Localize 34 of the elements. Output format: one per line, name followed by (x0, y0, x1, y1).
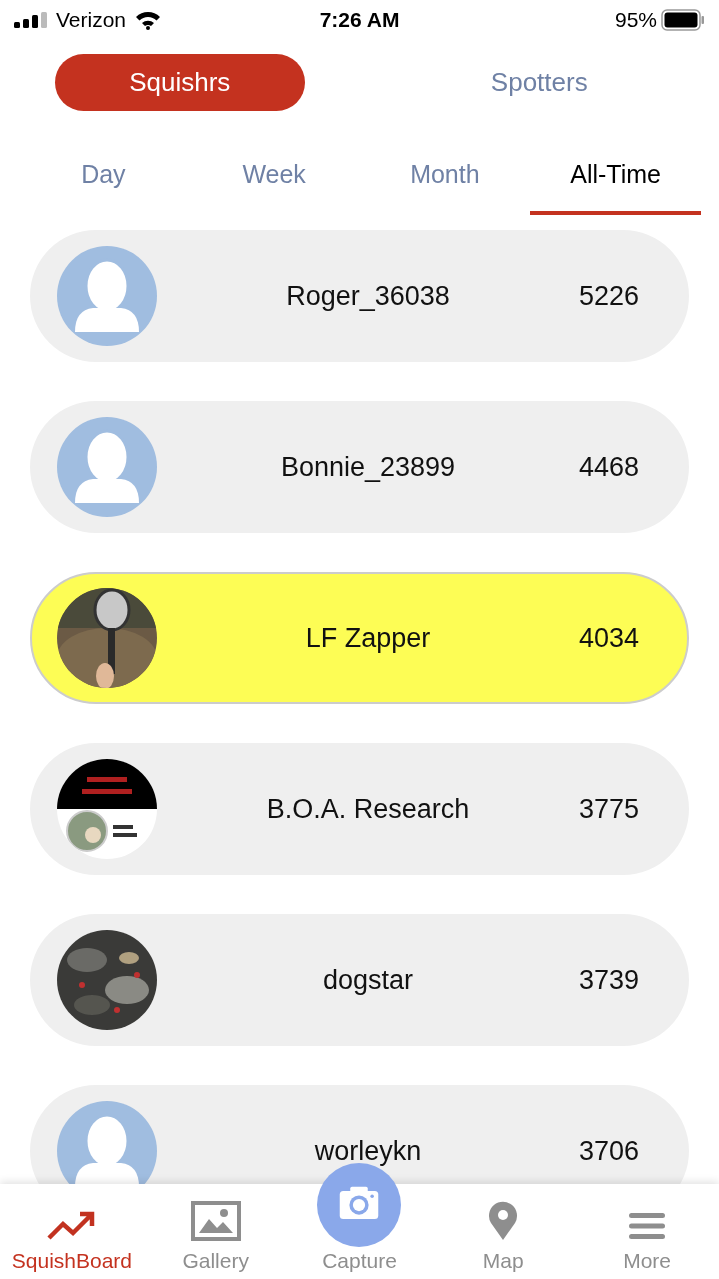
leaderboard-row[interactable]: B.O.A. Research 3775 (30, 743, 689, 875)
player-score: 5226 (578, 280, 639, 312)
player-name: worleykn (313, 1135, 423, 1167)
player-score: 3706 (578, 1135, 639, 1167)
player-score: 3775 (578, 793, 639, 825)
period-tab[interactable]: Day (18, 149, 189, 215)
player-name: LF Zapper (304, 622, 432, 654)
map-pin-icon (487, 1201, 520, 1241)
period-tab[interactable]: All-Time (530, 149, 701, 215)
player-name: Roger_36038 (285, 280, 451, 312)
clock-time: 7:26 AM (319, 8, 400, 32)
avatar-icon (57, 246, 157, 346)
wifi-icon (134, 10, 163, 30)
battery-icon (661, 9, 705, 31)
leaderboard-row[interactable]: dogstar 3739 (30, 914, 689, 1046)
segment-tab[interactable]: Squishrs (54, 54, 305, 111)
player-score: 3739 (578, 964, 639, 996)
battery-percentage: 95% (614, 8, 657, 32)
player-score: 4468 (578, 451, 639, 483)
player-score: 4034 (578, 622, 639, 654)
period-tab[interactable]: Month (359, 149, 531, 215)
segment-tab[interactable]: Spotters (414, 54, 665, 111)
player-name: Bonnie_23899 (279, 451, 457, 483)
leaderboard-row[interactable]: Bonnie_23899 4468 (30, 401, 689, 533)
period-tab[interactable]: Week (188, 149, 360, 215)
carrier-name: Verizon (56, 8, 127, 32)
leaderboard-row[interactable]: Roger_36038 5226 (30, 230, 689, 362)
player-name: dogstar (321, 964, 414, 996)
player-name: B.O.A. Research (265, 793, 471, 825)
menu-icon (629, 1211, 666, 1241)
avatar-icon (57, 417, 157, 517)
leaderboard-row[interactable]: LF Zapper 4034 (30, 572, 689, 704)
signal-icon (14, 12, 48, 28)
image-icon (190, 1201, 241, 1241)
